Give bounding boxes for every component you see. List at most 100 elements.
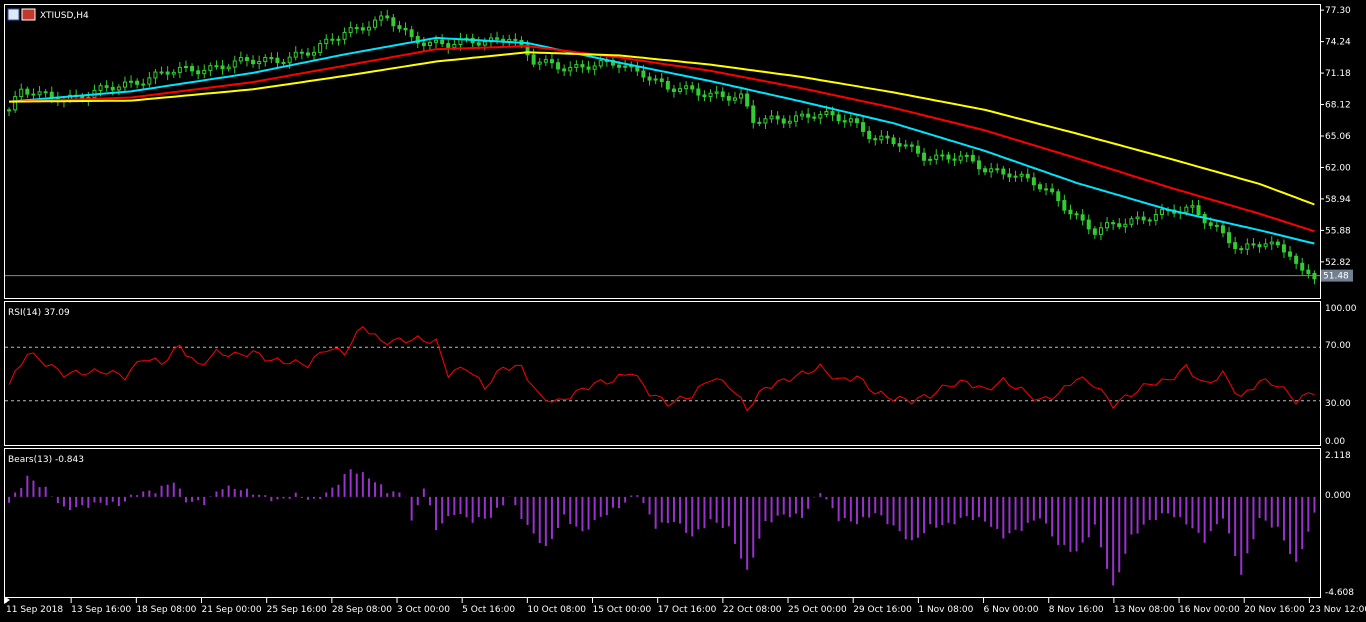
candle-body (1056, 191, 1061, 202)
candle-body (421, 42, 426, 47)
candle-body (495, 37, 500, 40)
time-tick-label: 6 Nov 00:00 (984, 605, 1039, 615)
price-tick-label: 65.06 (1325, 132, 1351, 142)
time-tick-label: 11 Sep 2018 (6, 605, 63, 615)
symbol-title: XTIUSD,H4 (40, 11, 89, 21)
candle-body (116, 86, 121, 91)
candle-body (641, 70, 646, 78)
candle-body (1117, 223, 1122, 228)
candle-body (129, 80, 134, 83)
candle-body (708, 92, 713, 98)
candle-body (43, 91, 48, 94)
candle-body (964, 154, 969, 157)
candle-body (1159, 209, 1164, 215)
candle-body (1196, 205, 1201, 216)
bears-pane-title: Bears(13) -0.843 (8, 455, 84, 465)
candle-body (110, 86, 115, 91)
candle-body (787, 120, 792, 124)
candle-body (354, 27, 359, 30)
candle-body (1312, 273, 1317, 280)
candle-body (665, 80, 670, 90)
candle-body (976, 160, 981, 170)
time-tick-label: 29 Oct 16:00 (853, 605, 912, 615)
candle-body (257, 61, 262, 65)
candle-body (537, 61, 542, 65)
candle-body (238, 57, 243, 62)
candle-body (1019, 173, 1024, 177)
candle-body (391, 17, 396, 27)
candle-body (1098, 227, 1103, 235)
candle-body (879, 135, 884, 141)
candle-body (1257, 244, 1262, 248)
candle-body (867, 130, 872, 140)
candle-body (49, 91, 54, 99)
candle-body (263, 57, 268, 63)
candle-body (623, 65, 628, 68)
candle-body (19, 88, 24, 98)
candle-body (1239, 248, 1244, 251)
candle-body (1281, 244, 1286, 253)
candle-body (861, 122, 866, 132)
rsi-pane-title: RSI(14) 37.09 (8, 308, 70, 318)
candle-body (208, 65, 213, 71)
candle-body (995, 168, 1000, 171)
candle-body (440, 39, 445, 45)
candle-body (232, 60, 237, 68)
candle-body (177, 66, 182, 73)
candle-body (1233, 242, 1238, 250)
candle-body (690, 85, 695, 90)
candle-body (958, 155, 963, 161)
candle-body (153, 71, 158, 79)
candle-body (226, 66, 231, 70)
candle-body (915, 145, 920, 154)
candle-body (1288, 251, 1293, 257)
time-tick-label: 16 Nov 00:00 (1179, 605, 1240, 615)
time-tick-label: 21 Sep 00:00 (202, 605, 262, 615)
time-tick-label: 15 Oct 00:00 (593, 605, 652, 615)
candle-body (1105, 222, 1110, 229)
candle-body (1129, 218, 1134, 225)
time-tick-label: 22 Oct 08:00 (723, 605, 782, 615)
time-tick-label: 13 Sep 16:00 (71, 605, 131, 615)
candle-body (171, 71, 176, 75)
candle-body (885, 135, 890, 139)
candle-body (659, 78, 664, 82)
candle-body (580, 64, 585, 68)
candle-body (251, 59, 256, 65)
candle-body (1245, 243, 1250, 250)
bears-tick-label: -4.608 (1325, 588, 1354, 598)
candle-body (556, 62, 561, 70)
candle-body (1123, 223, 1128, 228)
candle-body (702, 94, 707, 98)
candle-body (549, 59, 554, 64)
time-tick-label: 18 Sep 08:00 (136, 605, 196, 615)
flag-icon (21, 8, 36, 21)
candle-body (348, 27, 353, 33)
candle-body (385, 15, 390, 19)
candle-body (1190, 205, 1195, 208)
candle-body (1294, 255, 1299, 264)
candle-body (684, 85, 689, 90)
candle-body (543, 59, 548, 63)
candle-body (482, 41, 487, 46)
time-tick-label: 8 Nov 16:00 (1049, 605, 1104, 615)
candle-body (678, 88, 683, 92)
candle-body (293, 51, 298, 58)
candle-body (7, 109, 12, 112)
candle-body (830, 111, 835, 116)
candle-body (1086, 219, 1091, 230)
candle-body (739, 93, 744, 99)
candle-body (1275, 241, 1280, 246)
trading-chart[interactable]: XTIUSD,H4 RSI(14) 37.09 Bears(13) -0.843… (0, 0, 1366, 622)
candle-body (202, 69, 207, 75)
price-tick-label: 58.94 (1325, 195, 1351, 205)
time-tick-label: 25 Sep 16:00 (267, 605, 327, 615)
candle-body (1025, 173, 1030, 179)
candle-body (592, 65, 597, 70)
bears-tick-label: 2.118 (1325, 451, 1351, 461)
candle-body (434, 39, 439, 43)
candle-body (275, 57, 280, 63)
candle-body (1300, 262, 1305, 271)
candle-body (1147, 219, 1152, 222)
candle-body (360, 27, 365, 31)
